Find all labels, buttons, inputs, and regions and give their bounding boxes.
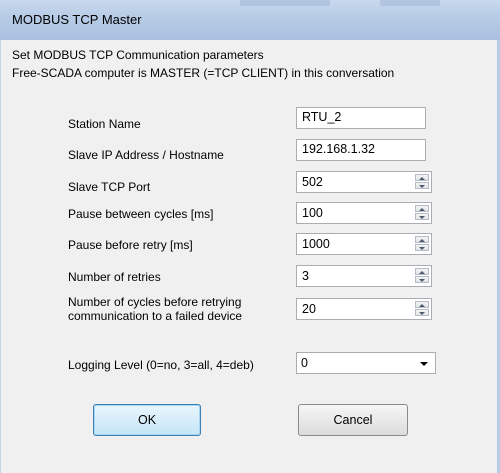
header-line-1: Set MODBUS TCP Communication parameters <box>12 48 264 62</box>
slave-port-spinner[interactable]: 502 <box>296 171 432 193</box>
dialog-body <box>0 40 500 473</box>
spinner-arrows[interactable] <box>415 236 429 252</box>
num-retries-label: Number of retries <box>68 270 161 284</box>
spin-up-icon[interactable] <box>415 236 429 243</box>
slave-port-value[interactable]: 502 <box>302 175 323 189</box>
station-name-label: Station Name <box>68 117 141 131</box>
num-retries-value[interactable]: 3 <box>302 269 309 283</box>
spin-down-icon[interactable] <box>415 182 429 189</box>
chevron-down-icon[interactable] <box>420 362 428 366</box>
spin-down-icon[interactable] <box>415 244 429 251</box>
spin-down-icon[interactable] <box>415 276 429 283</box>
logging-level-select[interactable]: 0 <box>296 352 436 374</box>
pause-cycles-label: Pause between cycles [ms] <box>68 207 214 221</box>
spin-up-icon[interactable] <box>415 174 429 181</box>
station-name-input[interactable]: RTU_2 <box>296 107 426 129</box>
pause-cycles-spinner[interactable]: 100 <box>296 202 432 224</box>
pause-cycles-value[interactable]: 100 <box>302 206 323 220</box>
title-bar-decoration <box>240 0 330 6</box>
cycles-before-retry-label-1: Number of cycles before retrying <box>68 295 242 309</box>
cancel-button[interactable]: Cancel <box>298 404 408 436</box>
spinner-arrows[interactable] <box>415 174 429 190</box>
title-bar[interactable]: MODBUS TCP Master <box>0 0 500 41</box>
cycles-before-retry-spinner[interactable]: 20 <box>296 298 432 320</box>
spin-up-icon[interactable] <box>415 301 429 308</box>
spinner-arrows[interactable] <box>415 268 429 284</box>
title-bar-decoration <box>380 0 440 6</box>
pause-retry-value[interactable]: 1000 <box>302 237 330 251</box>
spin-up-icon[interactable] <box>415 268 429 275</box>
spinner-arrows[interactable] <box>415 205 429 221</box>
spin-up-icon[interactable] <box>415 205 429 212</box>
logging-level-label: Logging Level (0=no, 3=all, 4=deb) <box>68 358 254 372</box>
logging-level-value[interactable]: 0 <box>301 356 308 370</box>
slave-port-label: Slave TCP Port <box>68 180 151 194</box>
spinner-arrows[interactable] <box>415 301 429 317</box>
cycles-before-retry-value[interactable]: 20 <box>302 302 316 316</box>
spin-down-icon[interactable] <box>415 213 429 220</box>
header-line-2: Free-SCADA computer is MASTER (=TCP CLIE… <box>12 66 395 80</box>
num-retries-spinner[interactable]: 3 <box>296 265 432 287</box>
slave-ip-label: Slave IP Address / Hostname <box>68 148 224 162</box>
spin-down-icon[interactable] <box>415 309 429 316</box>
pause-retry-spinner[interactable]: 1000 <box>296 233 432 255</box>
ok-button[interactable]: OK <box>93 404 201 436</box>
pause-retry-label: Pause before retry [ms] <box>68 238 193 252</box>
cycles-before-retry-label-2: communication to a failed device <box>68 309 243 323</box>
window-title: MODBUS TCP Master <box>12 12 142 27</box>
slave-ip-input[interactable]: 192.168.1.32 <box>296 139 426 161</box>
